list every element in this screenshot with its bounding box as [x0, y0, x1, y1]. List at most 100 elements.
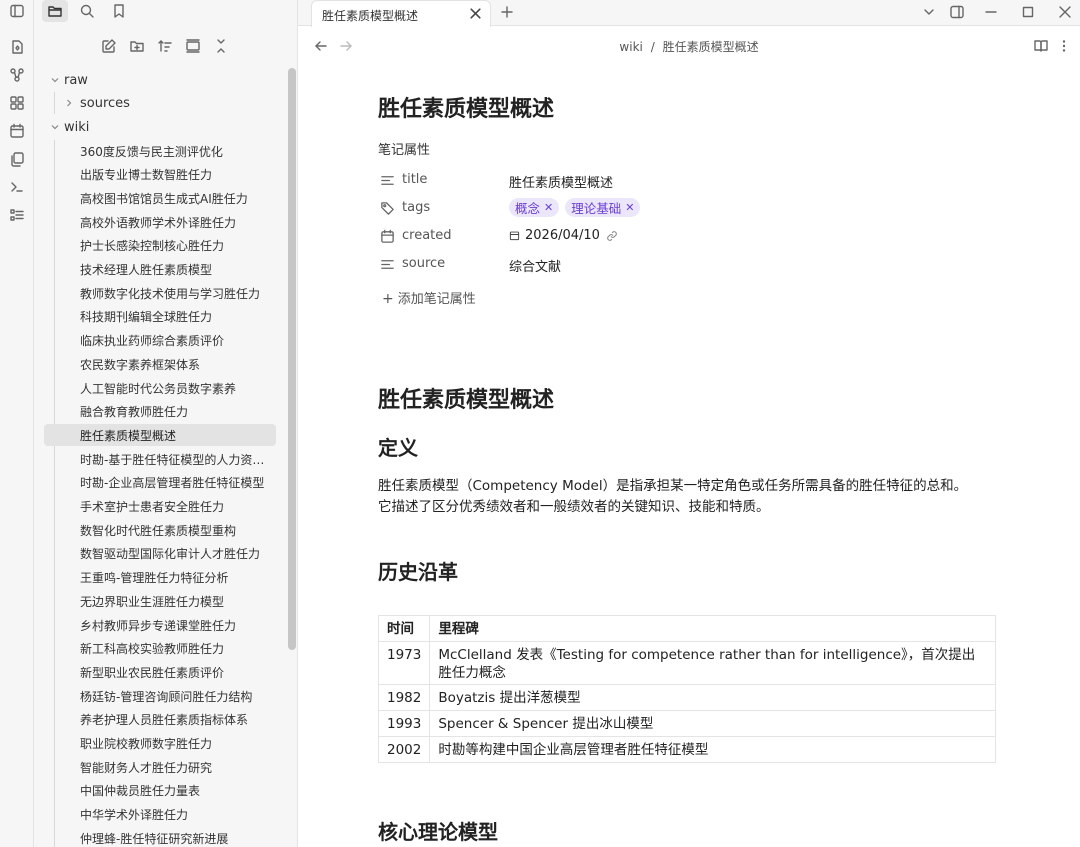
table-cell-milestone: 时勘等构建中国企业高层管理者胜任特征模型	[429, 736, 996, 763]
folder-wiki[interactable]: wiki	[34, 116, 284, 138]
add-property-button[interactable]: + 添加笔记属性	[382, 288, 476, 307]
switcher-icon[interactable]	[6, 36, 28, 58]
sidebar-file-label: 养老护理人员胜任素质指标体系	[80, 713, 249, 728]
auto-reveal-icon[interactable]	[184, 37, 202, 55]
heading-history: 历史沿革	[378, 560, 458, 584]
sidebar-file-label: 中华学术外译胜任力	[80, 808, 189, 823]
sidebar-file-label: 农民数字素养框架体系	[80, 357, 201, 372]
sidebar-file-item[interactable]: 人工智能时代公务员数字素养	[44, 377, 276, 399]
file-explorer-sidebar: raw sources wiki 360度反馈与民主测评优化 出版专业博士数智胜任…	[34, 0, 298, 847]
tag-pill[interactable]: 概念 ✕	[509, 198, 560, 217]
sidebar-file-item[interactable]: 高校外语教师学术外译胜任力	[44, 211, 276, 233]
tag-pill[interactable]: 理论基础 ✕	[565, 198, 641, 217]
sidebar-scrollbar[interactable]	[288, 68, 296, 650]
window-close-icon[interactable]	[1054, 2, 1076, 22]
property-key-source[interactable]: source	[402, 256, 445, 271]
property-value-source[interactable]: 综合文献	[509, 256, 561, 275]
sidebar-file-item[interactable]: 护士长感染控制核心胜任力	[44, 235, 276, 257]
remove-tag-icon[interactable]: ✕	[625, 201, 634, 214]
table-cell-year: 1993	[377, 710, 431, 737]
link-icon[interactable]	[606, 230, 618, 242]
sidebar-toggle-icon[interactable]	[6, 0, 28, 22]
inline-title[interactable]: 胜任素质模型概述	[378, 91, 554, 123]
sidebar-file-item[interactable]: 杨廷钫-管理咨询顾问胜任力结构	[44, 685, 276, 707]
text-lines-icon	[380, 257, 395, 272]
sidebar-file-item[interactable]: 胜任素质模型概述	[44, 424, 276, 447]
graph-view-icon[interactable]	[6, 64, 28, 86]
sidebar-file-item[interactable]: 王重鸣-管理胜任力特征分析	[44, 567, 276, 589]
templates-icon[interactable]	[6, 148, 28, 170]
property-value-title[interactable]: 胜任素质模型概述	[509, 172, 613, 191]
calendar-icon	[380, 229, 395, 244]
maximize-icon[interactable]	[1017, 2, 1039, 22]
sidebar-file-item[interactable]: 职业院校教师数字胜任力	[44, 733, 276, 755]
property-key-created[interactable]: created	[402, 228, 452, 243]
tab-note[interactable]: 胜任素质模型概述	[311, 0, 491, 27]
sidebar-file-item[interactable]: 出版专业博士数智胜任力	[44, 164, 276, 186]
table-cell-year: 2002	[377, 736, 431, 763]
property-key-tags[interactable]: tags	[402, 200, 430, 215]
sidebar-file-item[interactable]: 乡村教师异步专递课堂胜任力	[44, 614, 276, 636]
sidebar-file-item[interactable]: 融合教育教师胜任力	[44, 401, 276, 423]
sidebar-file-item[interactable]: 时勘-企业高层管理者胜任特征模型	[44, 472, 276, 494]
sidebar-file-item[interactable]: 养老护理人员胜任素质指标体系	[44, 709, 276, 731]
sidebar-file-item[interactable]: 教师数字化技术使用与学习胜任力	[44, 282, 276, 304]
close-tab-icon[interactable]	[469, 7, 482, 20]
sidebar-file-item[interactable]: 新型职业农民胜任素质评价	[44, 661, 276, 683]
breadcrumb-page[interactable]: 胜任素质模型概述	[663, 40, 759, 54]
property-title[interactable]: title 胜任素质模型概述	[378, 168, 978, 192]
minimize-icon[interactable]	[980, 2, 1002, 22]
sidebar-file-item[interactable]: 高校图书馆馆员生成式AI胜任力	[44, 187, 276, 209]
terminal-icon[interactable]	[6, 176, 28, 198]
property-value-tags: 概念 ✕ 理论基础 ✕	[509, 198, 646, 217]
sidebar-file-item[interactable]: 手术室护士患者安全胜任力	[44, 496, 276, 518]
property-source[interactable]: source 综合文献	[378, 252, 978, 276]
sidebar-file-item[interactable]: 中华学术外译胜任力	[44, 804, 276, 826]
new-folder-icon[interactable]	[128, 37, 146, 55]
remove-tag-icon[interactable]: ✕	[544, 201, 553, 214]
bookmark-icon[interactable]	[106, 0, 132, 22]
property-created[interactable]: created 2026/04/10	[378, 224, 978, 248]
sidebar-file-label: 无边界职业生涯胜任力模型	[80, 594, 225, 609]
canvas-icon[interactable]	[6, 92, 28, 114]
right-sidebar-toggle-icon[interactable]	[946, 2, 968, 22]
table-row: 1982 Boyatzis 提出洋葱模型	[377, 684, 996, 711]
sidebar-file-item[interactable]: 数智化时代胜任素质模型重构	[44, 519, 276, 541]
new-note-icon[interactable]	[100, 37, 118, 55]
folder-sources[interactable]: sources	[34, 92, 284, 114]
sidebar-file-item[interactable]: 中国仲裁员胜任力量表	[44, 780, 276, 802]
tab-list-chevron-down-icon[interactable]	[918, 2, 940, 22]
properties-heading[interactable]: 笔记属性	[378, 139, 430, 158]
files-tab-folder-icon[interactable]	[42, 0, 68, 22]
table-header-cell: 里程碑	[429, 615, 996, 642]
sidebar-file-item[interactable]: 时勘-基于胜任特征模型的人力资源开发	[44, 448, 276, 470]
folder-raw[interactable]: raw	[34, 69, 284, 91]
sidebar-file-item[interactable]: 科技期刊编辑全球胜任力	[44, 306, 276, 328]
property-value-created[interactable]: 2026/04/10	[509, 228, 618, 243]
sidebar-file-item[interactable]: 农民数字素养框架体系	[44, 353, 276, 375]
sidebar-file-item[interactable]: 360度反馈与民主测评优化	[44, 140, 276, 162]
definition-line: 它描述了区分优秀绩效者和一般绩效者的关键知识、技能和特质。	[378, 499, 770, 515]
property-key-title[interactable]: title	[402, 172, 427, 187]
sidebar-file-item[interactable]: 临床执业药师综合素质评价	[44, 330, 276, 352]
sidebar-file-label: 新工科高校实验教师胜任力	[80, 642, 225, 657]
left-ribbon	[0, 0, 34, 847]
table-row: 1993 Spencer & Spencer 提出冰山模型	[377, 710, 996, 737]
sidebar-file-item[interactable]: 智能财务人才胜任力研究	[44, 756, 276, 778]
search-icon[interactable]	[74, 0, 100, 22]
sidebar-file-item[interactable]: 新工科高校实验教师胜任力	[44, 638, 276, 660]
calendar-icon[interactable]	[6, 120, 28, 142]
sidebar-file-item[interactable]: 仲理蜂-胜任特征研究新进展	[44, 827, 276, 847]
breadcrumb-folder[interactable]: wiki	[619, 40, 642, 54]
reading-view-book-icon[interactable]	[1033, 38, 1049, 54]
list-icon[interactable]	[6, 204, 28, 226]
collapse-all-icon[interactable]	[212, 37, 230, 55]
sort-icon[interactable]	[156, 37, 174, 55]
more-options-icon[interactable]	[1058, 38, 1070, 54]
sidebar-file-item[interactable]: 技术经理人胜任素质模型	[44, 259, 276, 281]
sidebar-file-item[interactable]: 无边界职业生涯胜任力模型	[44, 590, 276, 612]
property-tags[interactable]: tags 概念 ✕ 理论基础 ✕	[378, 196, 978, 220]
new-tab-icon[interactable]	[496, 2, 518, 22]
sidebar-file-item[interactable]: 数智驱动型国际化审计人才胜任力	[44, 543, 276, 565]
tag-label: 概念	[515, 201, 541, 216]
